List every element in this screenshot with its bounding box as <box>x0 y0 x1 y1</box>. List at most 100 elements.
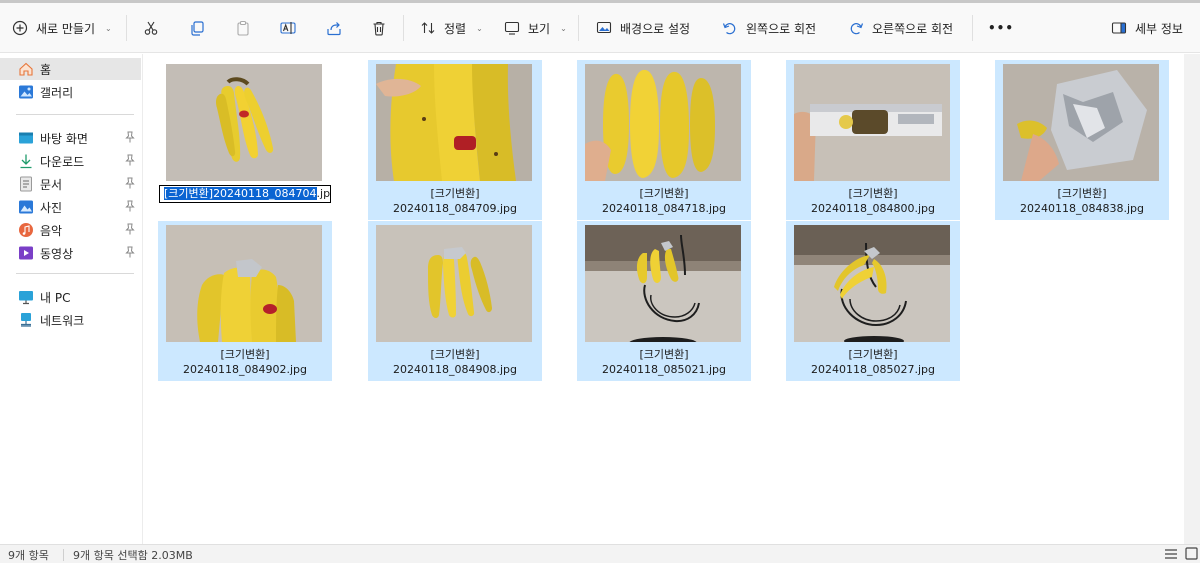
rename-input[interactable]: [크기변환]20240118_084704.jpg <box>159 185 331 203</box>
file-name-line1: [크기변환] <box>430 187 480 200</box>
file-name-line1: [크기변환] <box>848 187 898 200</box>
toolbar-separator <box>126 15 127 41</box>
new-button[interactable]: 새로 만들기 ⌄ <box>12 3 112 53</box>
pc-icon <box>19 291 33 305</box>
desktop-icon <box>19 132 33 144</box>
selection-info: 9개 항목 선택함 2.03MB <box>73 549 193 562</box>
gallery-icon <box>19 85 33 99</box>
rotate-right-label: 오른쪽으로 회전 <box>872 21 954 36</box>
rotate-right-button[interactable]: 오른쪽으로 회전 <box>848 3 953 53</box>
monitor-icon <box>504 21 520 35</box>
file-tile[interactable]: [크기변환] 20240118_084718.jpg <box>577 60 751 220</box>
view-button[interactable]: 보기 ⌄ <box>504 3 567 53</box>
image-thumbnail <box>585 225 741 342</box>
file-name-line1: [크기변환] <box>639 187 689 200</box>
file-name-line2: 20240118_084800.jpg <box>811 202 935 215</box>
chevron-down-icon: ⌄ <box>560 23 567 33</box>
rotate-left-label: 왼쪽으로 회전 <box>746 21 817 36</box>
pin-icon[interactable] <box>125 223 135 235</box>
cut-button[interactable] <box>143 3 159 53</box>
image-thumbnail <box>794 225 950 342</box>
new-button-label: 새로 만들기 <box>36 21 96 36</box>
copy-button[interactable] <box>189 3 205 53</box>
sidebar-item-videos[interactable]: 동영상 <box>0 242 141 264</box>
file-name-line1: [크기변환] <box>430 348 480 361</box>
details-view-icon[interactable] <box>1164 548 1178 560</box>
file-name-line1: [크기변환] <box>848 348 898 361</box>
music-icon <box>19 223 33 237</box>
pin-icon[interactable] <box>125 154 135 166</box>
sidebar-item-gallery[interactable]: 갤러리 <box>0 81 141 103</box>
sidebar-item-music[interactable]: 음악 <box>0 219 141 241</box>
set-background-button[interactable]: 배경으로 설정 <box>596 3 690 53</box>
details-pane-button[interactable]: 세부 정보 <box>1111 3 1183 53</box>
image-thumbnail <box>1003 64 1159 181</box>
paste-button[interactable] <box>235 3 251 53</box>
more-icon: ••• <box>988 21 1015 35</box>
file-tile[interactable]: [크기변환] 20240118_084838.jpg <box>995 60 1169 220</box>
sort-button[interactable]: 정렬 ⌄ <box>420 3 483 53</box>
rotate-left-icon <box>722 23 736 35</box>
delete-button[interactable] <box>371 3 387 53</box>
file-tile[interactable]: [크기변환]20240118_084704.jpg <box>158 60 332 220</box>
rotate-left-button[interactable]: 왼쪽으로 회전 <box>722 3 816 53</box>
document-icon <box>20 176 32 192</box>
sidebar-item-this-pc[interactable]: 내 PC <box>0 286 141 308</box>
pin-icon[interactable] <box>125 200 135 212</box>
share-button[interactable] <box>326 3 342 53</box>
large-icons-view-icon[interactable] <box>1185 547 1198 560</box>
pin-icon[interactable] <box>125 246 135 258</box>
sidebar-item-label: 홈 <box>40 62 52 77</box>
video-icon <box>19 246 33 260</box>
file-tile[interactable]: [크기변환] 20240118_084908.jpg <box>368 221 542 381</box>
sidebar-item-pictures[interactable]: 사진 <box>0 196 141 218</box>
file-name-line1: [크기변환] <box>639 348 689 361</box>
view-label: 보기 <box>528 21 551 36</box>
sidebar-divider <box>16 273 134 274</box>
image-thumbnail <box>376 64 532 181</box>
file-tile[interactable]: [크기변환] 20240118_085021.jpg <box>577 221 751 381</box>
more-options-button[interactable]: ••• <box>988 3 1014 53</box>
scissors-icon <box>144 21 158 35</box>
sidebar-item-network[interactable]: 네트워크 <box>0 309 141 331</box>
plus-circle-icon <box>12 20 28 36</box>
sidebar-item-label: 내 PC <box>40 290 71 305</box>
sidebar-item-downloads[interactable]: 다운로드 <box>0 150 141 172</box>
sidebar-item-documents[interactable]: 문서 <box>0 173 141 195</box>
home-icon <box>19 62 33 76</box>
sidebar-item-label: 네트워크 <box>40 313 85 328</box>
network-icon <box>21 313 31 327</box>
sidebar-item-label: 사진 <box>40 200 63 215</box>
chevron-down-icon: ⌄ <box>105 23 112 33</box>
file-tile[interactable]: [크기변환] 20240118_085027.jpg <box>786 221 960 381</box>
set-background-label: 배경으로 설정 <box>620 21 691 36</box>
chevron-down-icon: ⌄ <box>476 23 483 33</box>
file-name-line2: 20240118_084709.jpg <box>393 202 517 215</box>
file-name-line2: 20240118_084718.jpg <box>602 202 726 215</box>
file-tile[interactable]: [크기변환] 20240118_084800.jpg <box>786 60 960 220</box>
rename-selected-text: [크기변환]20240118_084704 <box>164 187 317 200</box>
file-tile[interactable]: [크기변환] 20240118_084709.jpg <box>368 60 542 220</box>
sidebar-item-desktop[interactable]: 바탕 화면 <box>0 127 141 149</box>
file-name-line1: [크기변환] <box>220 348 270 361</box>
item-count: 9개 항목 <box>8 549 49 562</box>
sidebar-item-label: 문서 <box>40 177 63 192</box>
rename-button[interactable] <box>280 3 296 53</box>
pin-icon[interactable] <box>125 177 135 189</box>
navigation-pane: 홈 갤러리 바탕 화면 다운로드 문서 사진 음악 동영상 내 PC 네트워크 <box>0 54 143 544</box>
pin-icon[interactable] <box>125 131 135 143</box>
image-thumbnail <box>794 64 950 181</box>
file-name-line2: 20240118_084902.jpg <box>183 363 307 376</box>
details-pane-icon <box>1111 22 1127 34</box>
details-label: 세부 정보 <box>1135 21 1183 36</box>
file-tile[interactable]: [크기변환] 20240118_084902.jpg <box>158 221 332 381</box>
toolbar-separator <box>972 15 973 41</box>
command-bar: 새로 만들기 ⌄ 정렬 ⌄ 보기 ⌄ 배경으로 설정 왼쪽으로 회전 오른쪽으로… <box>0 3 1200 53</box>
sidebar-item-label: 다운로드 <box>40 154 85 169</box>
vertical-scrollbar[interactable] <box>1184 54 1200 544</box>
rename-extension: .jpg <box>316 187 331 200</box>
copy-icon <box>191 21 204 36</box>
file-name-line2: 20240118_085021.jpg <box>602 363 726 376</box>
sidebar-item-label: 갤러리 <box>40 85 74 100</box>
sidebar-item-home[interactable]: 홈 <box>0 58 141 80</box>
